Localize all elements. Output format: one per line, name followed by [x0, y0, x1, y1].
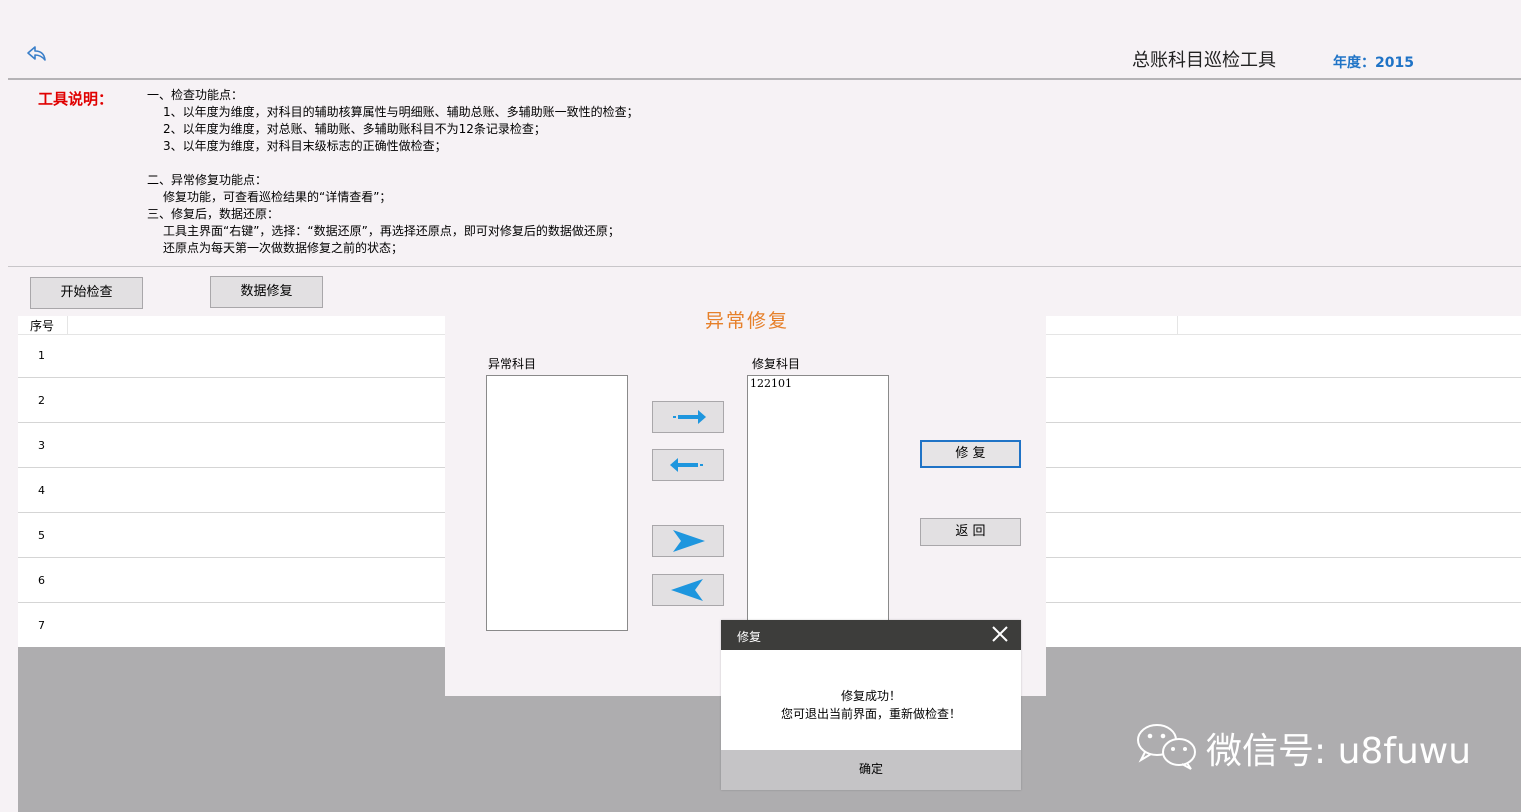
dialog-title: 修复	[737, 630, 762, 644]
repair-subjects-list[interactable]: 122101	[747, 375, 889, 625]
triangle-right-icon	[673, 530, 705, 552]
grid-column-divider	[1177, 316, 1178, 334]
back-button[interactable]: 返 回	[920, 518, 1021, 546]
dialog-header: 修复	[721, 620, 1021, 650]
row-number: 2	[38, 394, 45, 407]
start-check-button[interactable]: 开始检查	[30, 277, 143, 309]
repair-subjects-label: 修复科目	[752, 357, 801, 371]
wechat-logo-icon	[1135, 722, 1199, 773]
repair-button[interactable]: 修 复	[920, 440, 1021, 468]
watermark-text: 微信号: u8fuwu	[1206, 731, 1472, 772]
abnormal-subjects-list[interactable]	[486, 375, 628, 631]
repair-panel-title: 异常修复	[705, 310, 790, 332]
description-line: 工具主界面“右键”，选择：“数据还原”，再选择还原点，即可对修复后的数据做还原；	[163, 224, 620, 238]
description-line: 修复功能，可查看巡检结果的“详情查看”；	[163, 190, 392, 204]
year-label: 年度：2015	[1333, 55, 1414, 71]
move-left-button[interactable]	[652, 449, 724, 481]
close-icon[interactable]	[989, 623, 1011, 645]
description-line: 二、异常修复功能点：	[147, 173, 268, 187]
description-line: 一、检查功能点：	[147, 88, 244, 102]
grid-column-divider	[67, 316, 68, 334]
description-divider	[8, 266, 1521, 267]
back-arrow-icon[interactable]	[24, 42, 50, 68]
dialog-message-line2: 您可退出当前界面，重新做检查！	[780, 707, 961, 721]
dialog-message-line1: 修复成功！	[840, 689, 901, 703]
arrow-right-icon	[673, 410, 706, 424]
dialog-ok-button[interactable]: 确定	[721, 750, 1021, 790]
triangle-left-icon	[671, 579, 703, 601]
tool-description-label: 工具说明：	[38, 90, 114, 108]
move-all-right-button[interactable]	[652, 525, 724, 557]
abnormal-subjects-label: 异常科目	[488, 357, 537, 371]
repair-subject-item[interactable]: 122101	[748, 376, 888, 391]
description-line: 2、以年度为维度，对总账、辅助账、多辅助账科目不为12条记录检查；	[163, 122, 546, 136]
description-line: 三、修复后，数据还原：	[147, 207, 280, 221]
arrow-left-icon	[670, 458, 703, 472]
move-right-button[interactable]	[652, 401, 724, 433]
header-divider	[8, 78, 1521, 80]
description-line: 1、以年度为维度，对科目的辅助核算属性与明细账、辅助总账、多辅助账一致性的检查；	[163, 105, 639, 119]
description-line: 还原点为每天第一次做数据修复之前的状态；	[163, 241, 404, 255]
move-all-left-button[interactable]	[652, 574, 724, 606]
row-number: 1	[38, 349, 45, 362]
row-number: 4	[38, 484, 45, 497]
grid-header-seq: 序号	[30, 319, 55, 333]
description-line: 3、以年度为维度，对科目末级标志的正确性做检查；	[163, 139, 447, 153]
row-number: 5	[38, 529, 45, 542]
data-repair-button[interactable]: 数据修复	[210, 276, 323, 308]
row-number: 3	[38, 439, 45, 452]
row-number: 6	[38, 574, 45, 587]
page-title: 总账科目巡检工具	[1132, 50, 1276, 71]
row-number: 7	[38, 619, 45, 632]
